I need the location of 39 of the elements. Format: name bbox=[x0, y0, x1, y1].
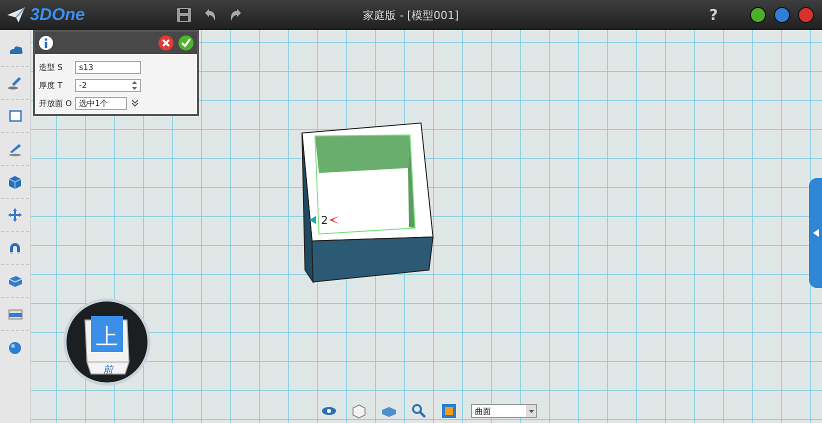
cube-icon[interactable] bbox=[7, 174, 23, 190]
help-button[interactable]: ? bbox=[709, 6, 718, 24]
block-icon[interactable] bbox=[7, 273, 23, 289]
brush-icon[interactable] bbox=[7, 75, 23, 91]
filter-dropdown[interactable]: 曲面 bbox=[471, 404, 537, 418]
paper-plane-icon bbox=[6, 5, 26, 25]
spinner-field[interactable]: -2 bbox=[75, 78, 141, 92]
window-title: 家庭版 - [模型001] bbox=[363, 9, 459, 22]
cancel-icon[interactable] bbox=[158, 35, 174, 51]
info-icon[interactable] bbox=[38, 35, 54, 51]
zoom-icon[interactable] bbox=[411, 403, 427, 419]
dimension-label: 2 bbox=[321, 214, 328, 227]
view-cube[interactable]: 上 前 bbox=[63, 298, 151, 386]
redo-icon[interactable] bbox=[228, 7, 244, 23]
selection-field[interactable]: 选中1个 bbox=[75, 96, 127, 110]
text-field[interactable]: s13 bbox=[75, 60, 141, 74]
sphere-icon[interactable] bbox=[7, 340, 23, 356]
maximize-button[interactable] bbox=[774, 7, 790, 23]
square-icon[interactable] bbox=[7, 108, 23, 124]
expand-chevron-icon[interactable] bbox=[131, 99, 139, 107]
side-panel-handle[interactable] bbox=[809, 178, 822, 288]
frame-icon[interactable] bbox=[441, 403, 457, 419]
move-arrows-icon[interactable] bbox=[7, 207, 23, 223]
magnet-icon[interactable] bbox=[7, 240, 23, 256]
grid-viewport[interactable]: 造型 S s13 厚度 T -2 开放面 O 选中1个 2 上 前 曲面 bbox=[31, 30, 822, 423]
field-label: 开放面 O bbox=[39, 98, 73, 108]
confirm-icon[interactable] bbox=[178, 35, 194, 51]
save-icon[interactable] bbox=[176, 7, 192, 23]
minimize-button[interactable] bbox=[750, 7, 766, 23]
close-button[interactable] bbox=[798, 7, 814, 23]
field-label: 厚度 T bbox=[39, 80, 64, 90]
app-logo: 3DOne bbox=[30, 5, 85, 25]
drag-handle-icon[interactable] bbox=[329, 216, 339, 224]
caret-icon[interactable] bbox=[528, 410, 534, 412]
field-label: 造型 S bbox=[39, 62, 64, 72]
spinner-arrows-icon[interactable] bbox=[132, 80, 137, 90]
wireframe-cube-icon[interactable] bbox=[351, 403, 367, 419]
pen-icon[interactable] bbox=[7, 141, 23, 157]
dimension-arrow-icon bbox=[309, 216, 316, 224]
